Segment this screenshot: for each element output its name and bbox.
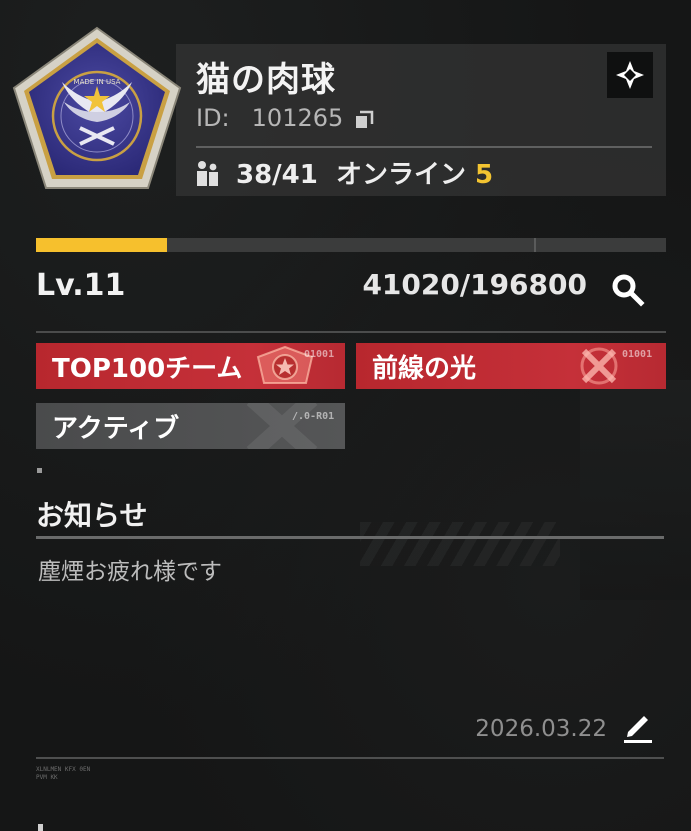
- code-line-2: PVM KK: [36, 774, 58, 781]
- notice-date: 2026.03.22: [475, 716, 607, 742]
- tag-top100-team[interactable]: TOP100チーム 01001: [36, 343, 345, 389]
- tag-code: 01001: [622, 349, 653, 360]
- background-structure: [580, 380, 691, 600]
- guild-level: Lv.11: [36, 268, 126, 303]
- section-divider: [36, 331, 666, 333]
- crosshair-button[interactable]: [607, 52, 653, 98]
- member-count-value: 38/41: [236, 160, 318, 190]
- edit-icon[interactable]: [620, 708, 656, 744]
- code-line-1: XLNLMEN KFX 0EN: [36, 766, 91, 773]
- background-hazard-stripes: [360, 522, 560, 566]
- bottom-divider: [36, 757, 664, 759]
- xp-value: 41020/196800: [362, 268, 587, 301]
- xp-progress-fill: [36, 238, 168, 252]
- guild-id-label: ID:: [196, 104, 230, 132]
- member-count: 38/41 オンライン 5: [236, 154, 493, 191]
- tag-frontline-light[interactable]: 前線の光 01001: [356, 343, 666, 389]
- guild-id-value: 101265: [251, 104, 344, 132]
- guild-emblem: MADE IN USA: [12, 26, 182, 189]
- tag-code: 01001: [304, 349, 335, 360]
- decorative-code-text: XLNLMEN KFX 0EN PVM KK: [36, 766, 90, 782]
- guild-name: 猫の肉球: [196, 60, 336, 100]
- emblem-text: MADE IN USA: [74, 78, 121, 86]
- online-label: オンライン: [335, 160, 466, 190]
- tag-label: TOP100チーム: [52, 353, 243, 384]
- tag-label: 前線の光: [372, 353, 477, 384]
- search-icon[interactable]: [608, 270, 648, 310]
- xp-progress-bar: [36, 238, 666, 252]
- xp-tick: [534, 238, 536, 252]
- members-icon: [197, 161, 218, 186]
- corner-mark: [38, 824, 43, 831]
- tag-active[interactable]: アクティブ /.0-R01: [36, 403, 345, 449]
- crosshair-icon: [616, 61, 644, 89]
- decorative-dot: [37, 468, 42, 473]
- header-divider: [196, 146, 652, 148]
- tag-label: アクティブ: [52, 413, 180, 444]
- guild-id: ID: 101265: [196, 104, 343, 132]
- online-count: 5: [475, 160, 494, 190]
- notice-title: お知らせ: [36, 499, 148, 532]
- copy-icon[interactable]: [354, 110, 374, 130]
- notice-divider: [36, 536, 664, 539]
- tag-code: /.0-R01: [292, 411, 335, 422]
- x-mark-icon: [246, 403, 318, 449]
- crossed-swords-icon: [580, 347, 618, 385]
- notice-body: 塵煙お疲れ様です: [38, 559, 222, 585]
